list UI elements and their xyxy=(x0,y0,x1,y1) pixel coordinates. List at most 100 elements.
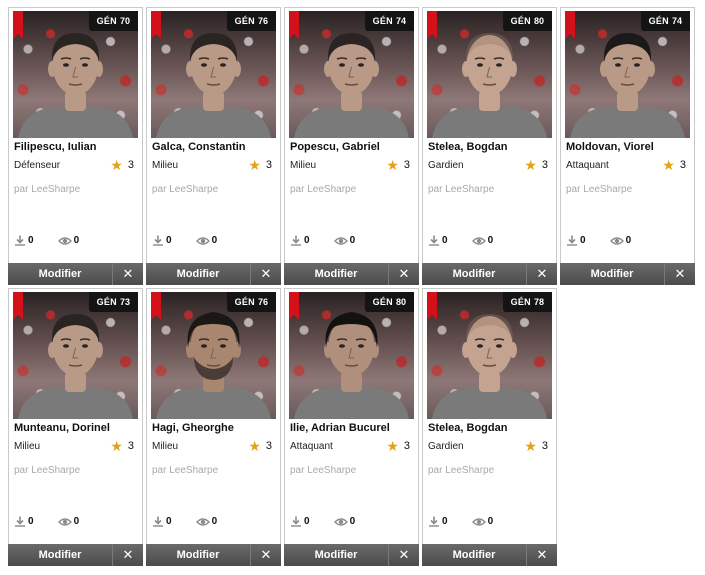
close-icon[interactable]: ✕ xyxy=(664,263,695,285)
rating-value: 3 xyxy=(265,159,272,171)
downloads-count: 0 xyxy=(166,235,172,246)
card-action-bar: Modifier ✕ xyxy=(422,263,557,285)
player-name[interactable]: Moldovan, Viorel xyxy=(566,141,690,153)
download-icon xyxy=(429,516,439,527)
gen-label: GÉN xyxy=(648,16,669,26)
user-rating: ★ 3 xyxy=(110,158,134,172)
modify-button[interactable]: Modifier xyxy=(284,544,388,566)
views-count: 0 xyxy=(487,235,494,246)
author-label[interactable]: par LeeSharpe xyxy=(428,465,494,476)
eye-icon xyxy=(57,517,72,526)
modify-button[interactable]: Modifier xyxy=(560,263,664,285)
close-icon[interactable]: ✕ xyxy=(250,263,281,285)
author-label[interactable]: par LeeSharpe xyxy=(290,184,356,195)
favorite-ribbon-icon xyxy=(289,11,299,39)
favorite-ribbon-icon xyxy=(151,11,161,39)
player-card-grid: GÉN 70 Filipescu, Iulian Défenseur ★ 3 pa… xyxy=(8,7,698,566)
player-name[interactable]: Stelea, Bogdan xyxy=(428,422,552,434)
modify-button[interactable]: Modifier xyxy=(146,263,250,285)
player-name[interactable]: Stelea, Bogdan xyxy=(428,141,552,153)
author-label[interactable]: par LeeSharpe xyxy=(14,465,80,476)
player-portrait[interactable]: GÉN 70 xyxy=(13,11,138,138)
player-portrait[interactable]: GÉN 74 xyxy=(289,11,414,138)
player-card[interactable]: GÉN 78 Stelea, Bogdan Gardien ★ 3 par Lee… xyxy=(422,288,557,566)
author-label[interactable]: par LeeSharpe xyxy=(14,184,80,195)
close-icon[interactable]: ✕ xyxy=(388,263,419,285)
author-label[interactable]: par LeeSharpe xyxy=(152,184,218,195)
player-portrait[interactable]: GÉN 74 xyxy=(565,11,690,138)
views-count: 0 xyxy=(349,516,356,527)
close-icon[interactable]: ✕ xyxy=(526,544,557,566)
views-stat: 0 xyxy=(609,235,631,246)
player-portrait[interactable]: GÉN 80 xyxy=(289,292,414,419)
modify-button[interactable]: Modifier xyxy=(8,544,112,566)
rating-value: 3 xyxy=(265,440,272,452)
player-portrait[interactable]: GÉN 73 xyxy=(13,292,138,419)
close-icon[interactable]: ✕ xyxy=(112,263,143,285)
player-card[interactable]: GÉN 80 Ilie, Adrian Bucurel Attaquant ★ 3… xyxy=(284,288,419,566)
gen-label: GÉN xyxy=(96,297,117,307)
downloads-stat: 0 xyxy=(566,235,586,246)
downloads-count: 0 xyxy=(442,235,448,246)
close-icon[interactable]: ✕ xyxy=(112,544,143,566)
overall-rating-badge: GÉN 76 xyxy=(226,11,276,31)
downloads-stat: 0 xyxy=(14,235,34,246)
author-label[interactable]: par LeeSharpe xyxy=(290,465,356,476)
overall-rating-badge: GÉN 80 xyxy=(502,11,552,31)
gen-value: 76 xyxy=(257,16,268,26)
views-count: 0 xyxy=(211,235,218,246)
player-name[interactable]: Munteanu, Dorinel xyxy=(14,422,138,434)
favorite-ribbon-icon xyxy=(13,11,23,39)
views-count: 0 xyxy=(73,235,80,246)
player-card[interactable]: GÉN 74 Popescu, Gabriel Milieu ★ 3 par Le… xyxy=(284,7,419,285)
gen-label: GÉN xyxy=(234,16,255,26)
author-label[interactable]: par LeeSharpe xyxy=(152,465,218,476)
card-stats: 0 0 xyxy=(566,235,631,246)
player-name[interactable]: Filipescu, Iulian xyxy=(14,141,138,153)
download-icon xyxy=(567,235,577,246)
player-name[interactable]: Galca, Constantin xyxy=(152,141,276,153)
player-card[interactable]: GÉN 76 Galca, Constantin Milieu ★ 3 par L… xyxy=(146,7,281,285)
modify-button[interactable]: Modifier xyxy=(146,544,250,566)
player-name[interactable]: Popescu, Gabriel xyxy=(290,141,414,153)
player-name[interactable]: Hagi, Gheorghe xyxy=(152,422,276,434)
downloads-stat: 0 xyxy=(290,516,310,527)
eye-icon xyxy=(195,517,210,526)
favorite-ribbon-icon xyxy=(565,11,575,39)
player-card[interactable]: GÉN 76 Hagi, Gheorghe Milieu ★ 3 par LeeS… xyxy=(146,288,281,566)
rating-value: 3 xyxy=(403,440,410,452)
download-icon xyxy=(15,235,25,246)
player-card[interactable]: GÉN 73 Munteanu, Dorinel Milieu ★ 3 par L… xyxy=(8,288,143,566)
player-portrait[interactable]: GÉN 80 xyxy=(427,11,552,138)
star-icon: ★ xyxy=(110,438,123,454)
favorite-ribbon-icon xyxy=(13,292,23,320)
modify-button[interactable]: Modifier xyxy=(422,544,526,566)
modify-button[interactable]: Modifier xyxy=(284,263,388,285)
card-stats: 0 0 xyxy=(152,516,217,527)
eye-icon xyxy=(471,517,486,526)
close-icon[interactable]: ✕ xyxy=(250,544,281,566)
player-name[interactable]: Ilie, Adrian Bucurel xyxy=(290,422,414,434)
close-icon[interactable]: ✕ xyxy=(526,263,557,285)
player-card[interactable]: GÉN 70 Filipescu, Iulian Défenseur ★ 3 pa… xyxy=(8,7,143,285)
modify-button[interactable]: Modifier xyxy=(422,263,526,285)
card-action-bar: Modifier ✕ xyxy=(8,544,143,566)
user-rating: ★ 3 xyxy=(110,439,134,453)
player-card[interactable]: GÉN 74 Moldovan, Viorel Attaquant ★ 3 par… xyxy=(560,7,695,285)
gen-value: 74 xyxy=(395,16,406,26)
author-label[interactable]: par LeeSharpe xyxy=(566,184,632,195)
player-card[interactable]: GÉN 80 Stelea, Bogdan Gardien ★ 3 par Lee… xyxy=(422,7,557,285)
eye-icon xyxy=(195,236,210,245)
downloads-stat: 0 xyxy=(428,235,448,246)
card-action-bar: Modifier ✕ xyxy=(8,263,143,285)
player-portrait[interactable]: GÉN 78 xyxy=(427,292,552,419)
rating-value: 3 xyxy=(127,159,134,171)
star-icon: ★ xyxy=(524,157,537,173)
player-position: Attaquant xyxy=(290,441,333,452)
download-icon xyxy=(291,516,301,527)
player-portrait[interactable]: GÉN 76 xyxy=(151,292,276,419)
player-portrait[interactable]: GÉN 76 xyxy=(151,11,276,138)
modify-button[interactable]: Modifier xyxy=(8,263,112,285)
author-label[interactable]: par LeeSharpe xyxy=(428,184,494,195)
close-icon[interactable]: ✕ xyxy=(388,544,419,566)
